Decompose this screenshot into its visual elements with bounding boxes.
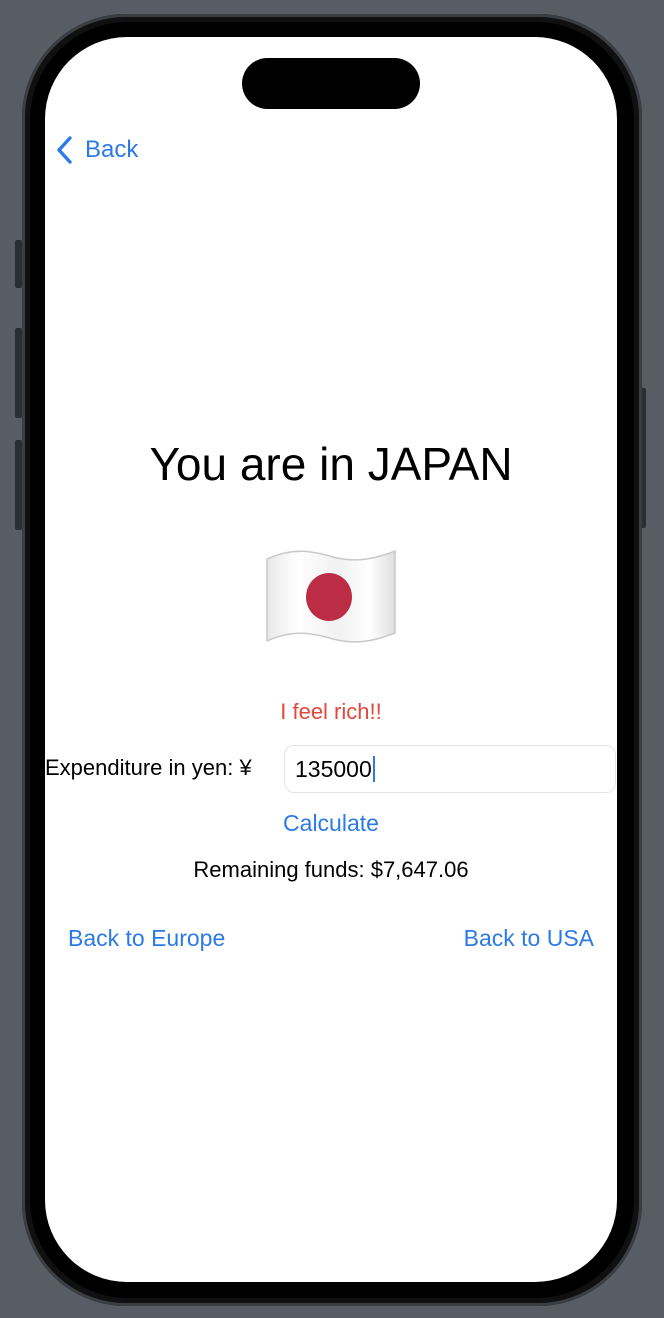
calculate-button[interactable]: Calculate	[45, 810, 617, 837]
remaining-funds: Remaining funds: $7,647.06	[193, 857, 469, 882]
expenditure-label: Expenditure in yen: ¥	[45, 755, 252, 780]
back-label: Back	[85, 136, 139, 163]
expenditure-input[interactable]: 135000	[284, 745, 616, 793]
app-screen: Back You are in JAPAN I feel rich!! Expe…	[45, 37, 617, 1282]
back-to-europe-button[interactable]: Back to Europe	[68, 925, 225, 952]
action-button	[15, 240, 22, 288]
dynamic-island	[242, 58, 420, 109]
expenditure-value: 135000	[295, 755, 372, 782]
volume-up-button	[15, 328, 22, 418]
japan-flag-icon	[263, 545, 399, 649]
mood-message: I feel rich!!	[280, 699, 382, 724]
back-button[interactable]: Back	[55, 131, 138, 169]
volume-down-button	[15, 440, 22, 530]
page-title: You are in JAPAN	[149, 438, 513, 490]
chevron-left-icon	[57, 136, 72, 164]
back-to-usa-button[interactable]: Back to USA	[464, 925, 594, 952]
text-cursor	[372, 756, 375, 782]
